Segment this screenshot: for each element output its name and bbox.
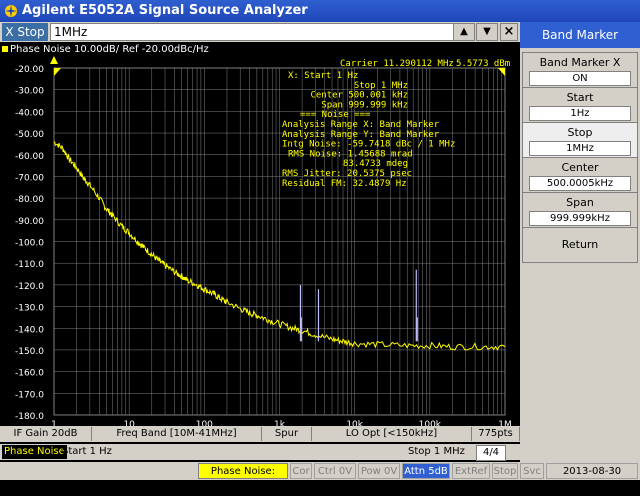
band-marker-x-label: Band Marker X <box>539 56 621 69</box>
softkey-menu: Band Marker Band Marker X ON Start 1Hz S… <box>520 22 640 462</box>
y-tick-label: -20.00 <box>15 65 44 75</box>
points-key[interactable]: 775pts <box>472 427 520 441</box>
y-tick-label: -130.0 <box>15 304 44 314</box>
page-indicator: 4/4 <box>476 445 506 461</box>
phase-noise-chart: -20.00 -30.00 -40.00 -50.00 -60.00 -70.00 -80.… <box>15 56 512 426</box>
stop-label: Stop <box>567 126 593 139</box>
readout-line: RMS Noise: 1.45688 mrad <box>288 149 413 159</box>
spur-key[interactable]: Spur <box>262 427 312 441</box>
y-tick-label: -80.00 <box>15 195 44 205</box>
readout-line: Analysis Range Y: Band Marker <box>282 130 440 140</box>
step-up-button[interactable]: ▲ <box>453 23 475 41</box>
entry-bar: X Stop 1MHz ▲ ▼ × <box>0 22 520 42</box>
carrier-readout: Carrier 11.290112 MHz <box>340 59 454 69</box>
stop-status: Stop <box>492 463 518 479</box>
band-marker-start-icon <box>54 68 61 76</box>
start-key[interactable]: Start 1Hz <box>522 87 638 123</box>
readout-line: X: Start 1 Hz <box>288 71 358 81</box>
span-label: Span <box>566 196 594 209</box>
menu-title: Band Marker <box>520 22 640 48</box>
ctrl-status: Ctrl 0V <box>314 463 356 479</box>
y-tick-label: -100.0 <box>15 239 44 249</box>
start-value: 1Hz <box>529 106 631 121</box>
window-title: Agilent E5052A Signal Source Analyzer <box>22 3 308 18</box>
plot-area: -20.00 -30.00 -40.00 -50.00 -60.00 -70.00 -80.… <box>0 42 520 442</box>
trace-header: Phase Noise 10.00dB/ Ref -20.00dBc/Hz <box>2 44 209 56</box>
y-tick-label: -160.0 <box>15 369 44 379</box>
readout-line: === Noise === <box>300 110 371 120</box>
cor-status: Cor <box>290 463 312 479</box>
return-key[interactable]: Return <box>522 227 638 263</box>
y-tick-label: -120.0 <box>15 282 44 292</box>
entry-label: X Stop <box>2 23 48 41</box>
readout-line: Center 500.001 kHz <box>310 91 408 101</box>
stop-value: 1MHz <box>529 141 631 156</box>
start-readout: Start 1 Hz <box>62 446 112 457</box>
hold-status: Phase Noise: Hold <box>198 463 288 493</box>
y-tick-label: -150.0 <box>15 347 44 357</box>
entry-input[interactable]: 1MHz <box>50 23 455 41</box>
if-gain-key[interactable]: IF Gain 20dB <box>0 427 92 441</box>
span-key[interactable]: Span 999.999kHz <box>522 192 638 228</box>
agilent-logo-icon <box>5 5 17 17</box>
band-marker-x-value: ON <box>529 71 631 86</box>
status-line: Phase Noise Start 1 Hz Stop 1 MHz 4/4 <box>0 444 520 461</box>
extref-status: ExtRef <box>452 463 490 479</box>
y-tick-label: -180.0 <box>15 412 44 422</box>
pow-status: Pow 0V <box>358 463 400 479</box>
start-label: Start <box>566 91 594 104</box>
span-value: 999.999kHz <box>529 211 631 226</box>
stop-key[interactable]: Stop 1MHz <box>522 122 638 158</box>
band-marker-x-key[interactable]: Band Marker X ON <box>522 52 638 88</box>
center-key[interactable]: Center 500.0005kHz <box>522 157 638 193</box>
y-tick-label: -60.00 <box>15 152 44 162</box>
y-tick-label: -90.00 <box>15 217 44 227</box>
datetime: 2013-08-30 14:44 <box>546 463 638 493</box>
center-value: 500.0005kHz <box>529 176 631 191</box>
system-status-bar: Phase Noise: Hold Cor Ctrl 0V Pow 0V Att… <box>0 462 640 493</box>
trace-header-text: Phase Noise 10.00dB/ Ref -20.00dBc/Hz <box>10 44 209 55</box>
y-tick-label: -140.0 <box>15 325 44 335</box>
entry-close-button[interactable]: × <box>500 23 518 41</box>
softkey-bar: IF Gain 20dB Freq Band [10M-41MHz] Spur … <box>0 426 520 442</box>
freq-band-key[interactable]: Freq Band [10M-41MHz] <box>92 427 262 441</box>
measurement-mode: Phase Noise <box>2 445 67 459</box>
attn-status: Attn 5dB <box>402 463 450 479</box>
y-tick-label: -70.00 <box>15 173 44 183</box>
stop-readout: Stop 1 MHz <box>408 446 465 457</box>
y-tick-label: -40.00 <box>15 108 44 118</box>
readout-line: Stop 1 MHz <box>354 81 408 91</box>
return-label: Return <box>561 238 599 251</box>
center-label: Center <box>561 161 599 174</box>
step-down-button[interactable]: ▼ <box>476 23 498 41</box>
readout-line: Span 999.999 kHz <box>321 100 408 110</box>
readout-line: Intg Noise: -59.7418 dBc / 1 MHz <box>282 140 455 150</box>
y-tick-label: -30.00 <box>15 87 44 97</box>
carrier-level-readout: 5.5773 dBm <box>456 59 510 69</box>
svc-status: Svc <box>520 463 544 479</box>
ref-level-marker-icon <box>50 56 58 64</box>
readout-line: Analysis Range X: Band Marker <box>282 120 440 130</box>
y-tick-label: -50.00 <box>15 130 44 140</box>
y-tick-label: -170.0 <box>15 390 44 400</box>
trace-indicator-icon <box>2 46 8 52</box>
readout-line: 83.4733 mdeg <box>343 159 408 169</box>
readout-line: RMS Jitter: 20.5375 psec <box>282 169 412 179</box>
window-title-bar: Agilent E5052A Signal Source Analyzer <box>0 0 640 22</box>
lo-opt-key[interactable]: LO Opt [<150kHz] <box>312 427 472 441</box>
readout-line: Residual FM: 32.4879 Hz <box>282 179 407 189</box>
y-tick-label: -110.0 <box>15 260 44 270</box>
